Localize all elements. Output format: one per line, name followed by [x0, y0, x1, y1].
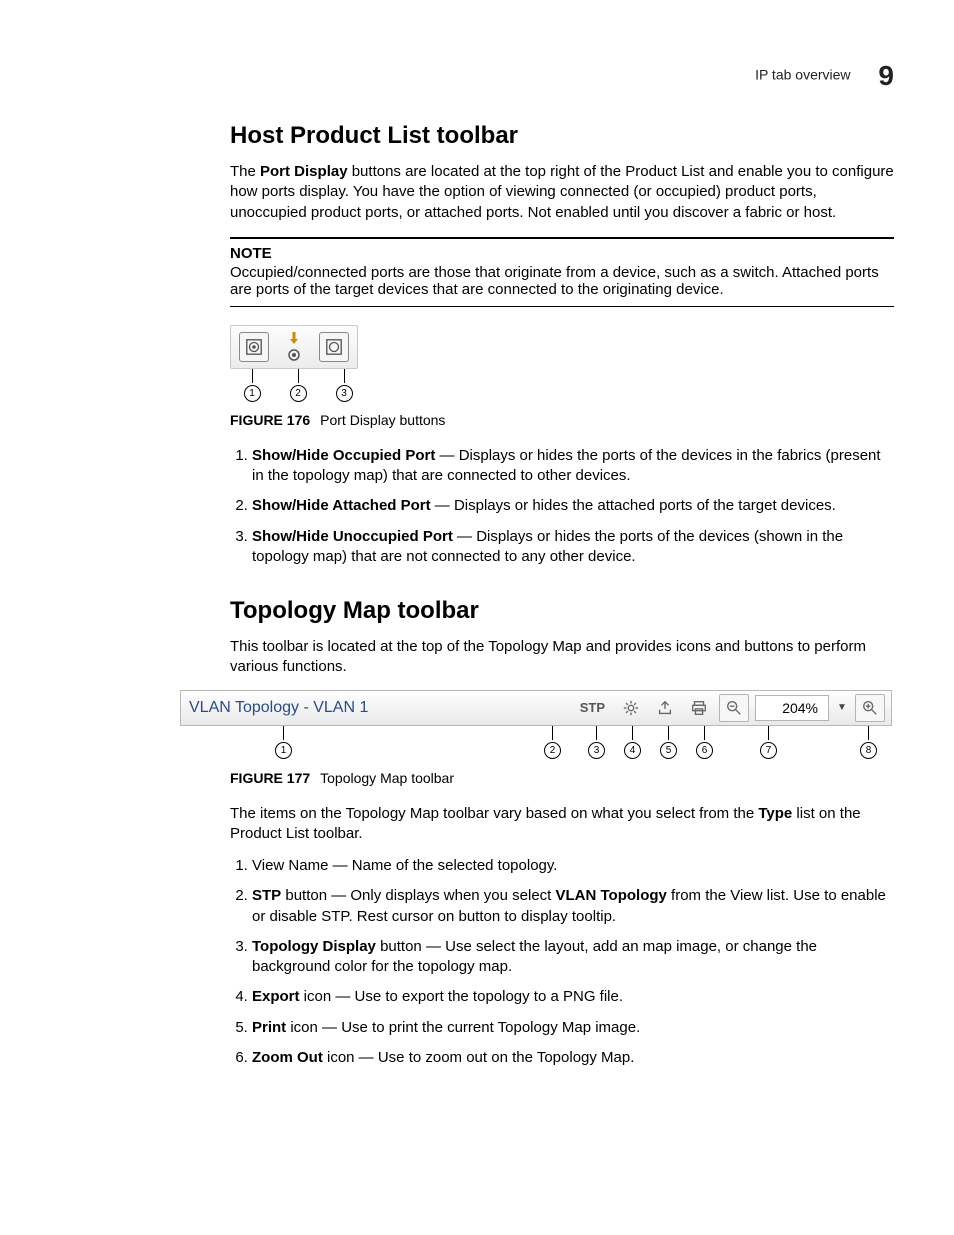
list-item: STP button — Only displays when you sele…	[252, 886, 894, 927]
callout: 1	[238, 369, 266, 402]
figure-176: 1 2 3	[230, 325, 406, 402]
figure-number: FIGURE 176	[230, 412, 310, 428]
show-hide-unoccupied-port-button[interactable]	[319, 332, 349, 362]
topology-map-toolbar: VLAN Topology - VLAN 1 STP	[180, 690, 892, 726]
list-item: Show/Hide Attached Port — Displays or hi…	[252, 496, 894, 516]
item-term: Show/Hide Unoccupied Port	[252, 528, 453, 545]
section2-item-list: View Name — Name of the selected topolog…	[230, 856, 894, 1068]
zoom-out-button[interactable]	[719, 694, 749, 722]
callout-number: 2	[544, 742, 561, 759]
export-button[interactable]	[651, 695, 679, 721]
callout: 2	[284, 369, 312, 402]
item-term: Print	[252, 1019, 286, 1036]
attached-port-icon	[287, 332, 301, 348]
figure-177-callouts: 1 2 3 4 5 6 7 8	[180, 726, 892, 760]
callout-number: 5	[660, 742, 677, 759]
item-desc: icon — Use to export the topology to a P…	[300, 988, 624, 1005]
print-button[interactable]	[685, 695, 713, 721]
export-icon	[656, 699, 674, 717]
section1-item-list: Show/Hide Occupied Port — Displays or hi…	[230, 446, 894, 567]
note-block: NOTE Occupied/connected ports are those …	[230, 237, 894, 307]
callout: 5	[660, 726, 677, 759]
callout-number: 3	[588, 742, 605, 759]
item-desc: icon — Use to print the current Topology…	[286, 1019, 640, 1036]
occupied-port-icon	[245, 338, 263, 356]
item-term: STP	[252, 887, 281, 904]
zoom-dropdown-button[interactable]: ▼	[835, 702, 849, 713]
chapter-number: 9	[878, 60, 894, 91]
note-label: NOTE	[230, 245, 894, 262]
running-head: IP tab overview	[755, 67, 850, 83]
figure-176-callouts: 1 2 3	[230, 369, 406, 402]
item-term: Show/Hide Attached Port	[252, 497, 431, 514]
figure-caption-text: Port Display buttons	[320, 412, 445, 428]
callout-number: 7	[760, 742, 777, 759]
item-term: Topology Display	[252, 938, 376, 955]
text-bold: Port Display	[260, 163, 348, 180]
callout: 3	[588, 726, 605, 759]
item-desc: View Name — Name of the selected topolog…	[252, 857, 557, 874]
zoom-in-button[interactable]	[855, 694, 885, 722]
section2-desc: The items on the Topology Map toolbar va…	[230, 804, 894, 845]
callout-number: 8	[860, 742, 877, 759]
text: The	[230, 163, 260, 180]
item-term: Export	[252, 988, 300, 1005]
callout: 3	[330, 369, 358, 402]
item-desc: button — Only displays when you select	[281, 887, 555, 904]
unoccupied-port-icon	[325, 338, 343, 356]
show-hide-occupied-port-button[interactable]	[239, 332, 269, 362]
show-hide-attached-port-button[interactable]	[287, 332, 301, 362]
list-item: Show/Hide Unoccupied Port — Displays or …	[252, 527, 894, 568]
topology-display-button[interactable]	[617, 695, 645, 721]
page-header: IP tab overview 9	[100, 60, 894, 92]
list-item: Export icon — Use to export the topology…	[252, 987, 894, 1007]
section-title-host-product-list: Host Product List toolbar	[230, 122, 894, 150]
text: The items on the Topology Map toolbar va…	[230, 805, 758, 822]
callout-number: 2	[290, 385, 307, 402]
view-name-label: VLAN Topology - VLAN 1	[187, 699, 368, 717]
callout-number: 1	[275, 742, 292, 759]
item-term: Show/Hide Occupied Port	[252, 447, 435, 464]
item-term: VLAN Topology	[556, 887, 667, 904]
item-desc: — Displays or hides the attached ports o…	[431, 497, 836, 514]
list-item: Zoom Out icon — Use to zoom out on the T…	[252, 1048, 894, 1068]
zoom-level-field[interactable]: 204%	[755, 695, 829, 721]
document-page: IP tab overview 9 Host Product List tool…	[0, 0, 954, 1235]
stp-button[interactable]: STP	[574, 700, 611, 715]
callout: 7	[760, 726, 777, 759]
gear-icon	[622, 699, 640, 717]
port-display-toolbar	[230, 325, 358, 369]
zoom-out-icon	[725, 699, 743, 717]
list-item: Show/Hide Occupied Port — Displays or hi…	[252, 446, 894, 487]
figure-177: VLAN Topology - VLAN 1 STP	[180, 690, 892, 760]
zoom-in-icon	[861, 699, 879, 717]
callout: 6	[696, 726, 713, 759]
callout: 4	[624, 726, 641, 759]
callout: 2	[544, 726, 561, 759]
figure-number: FIGURE 177	[230, 770, 310, 786]
figure-176-caption: FIGURE 176 Port Display buttons	[230, 412, 894, 428]
figure-177-caption: FIGURE 177 Topology Map toolbar	[230, 770, 894, 786]
list-item: Print icon — Use to print the current To…	[252, 1018, 894, 1038]
print-icon	[690, 699, 708, 717]
list-item: View Name — Name of the selected topolog…	[252, 856, 894, 876]
callout-number: 3	[336, 385, 353, 402]
section2-intro: This toolbar is located at the top of th…	[230, 637, 894, 678]
item-desc: icon — Use to zoom out on the Topology M…	[323, 1049, 635, 1066]
callout-number: 6	[696, 742, 713, 759]
section-title-topology-map-toolbar: Topology Map toolbar	[230, 597, 894, 625]
callout-number: 1	[244, 385, 261, 402]
callout-number: 4	[624, 742, 641, 759]
chevron-down-icon: ▼	[837, 702, 847, 713]
callout: 8	[860, 726, 877, 759]
figure-caption-text: Topology Map toolbar	[320, 770, 454, 786]
list-item: Topology Display button — Use select the…	[252, 937, 894, 978]
content-region: Host Product List toolbar The Port Displ…	[230, 122, 894, 1068]
callout: 1	[275, 726, 292, 759]
text-bold: Type	[758, 805, 792, 822]
note-text: Occupied/connected ports are those that …	[230, 264, 894, 298]
section1-intro: The Port Display buttons are located at …	[230, 162, 894, 223]
attached-port-dot-icon	[287, 348, 301, 362]
item-term: Zoom Out	[252, 1049, 323, 1066]
